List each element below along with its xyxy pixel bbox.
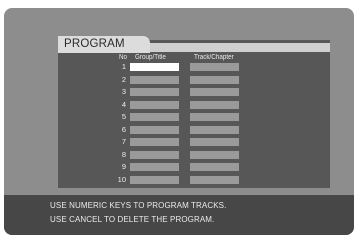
row-number: 8 [121,149,126,159]
track-chapter-field[interactable] [190,138,239,146]
track-chapter-field[interactable] [190,100,239,109]
row-number: 6 [121,124,126,134]
program-row: 4 [112,100,252,113]
group-title-field[interactable] [130,175,179,184]
program-row: 1 [112,62,252,75]
row-number: 9 [121,162,126,171]
group-title-field[interactable] [130,138,179,146]
group-title-field[interactable] [130,163,179,171]
group-title-field[interactable] [130,88,179,96]
track-chapter-field[interactable] [190,63,239,71]
instruction-bar: USE NUMERIC KEYS TO PROGRAM TRACKS. USE … [4,195,354,235]
group-title-field[interactable] [130,63,179,71]
group-title-field[interactable] [130,75,179,84]
group-title-field[interactable] [130,125,179,134]
track-chapter-field[interactable] [190,75,239,84]
row-number: 7 [121,137,126,146]
program-row: 10 [112,175,252,188]
group-title-field[interactable] [130,100,179,109]
track-chapter-field[interactable] [190,175,239,184]
instruction-line-cancel: USE CANCEL TO DELETE THE PROGRAM. [50,215,215,224]
row-number: 4 [121,99,126,109]
instruction-line-numeric-keys: USE NUMERIC KEYS TO PROGRAM TRACKS. [50,201,227,210]
program-row: 2 [112,75,252,88]
program-title-tab: PROGRAM [58,36,150,53]
track-chapter-field[interactable] [190,88,239,96]
track-chapter-field[interactable] [190,150,239,159]
row-number: 2 [121,74,126,84]
program-list: 1 2 3 4 5 6 7 8 9 10 [112,62,252,187]
track-chapter-field[interactable] [190,125,239,134]
group-title-field[interactable] [130,150,179,159]
row-number: 5 [121,112,126,121]
program-row: 6 [112,125,252,138]
program-row: 9 [112,162,252,175]
program-row: 5 [112,112,252,125]
row-number: 3 [121,87,126,96]
track-chapter-field[interactable] [190,113,239,121]
row-number: 10 [117,174,126,184]
group-title-field[interactable] [130,113,179,121]
program-row: 3 [112,87,252,100]
track-chapter-field[interactable] [190,163,239,171]
osd-screen: PROGRAM No Group/Title Track/Chapter 1 2… [4,8,354,235]
program-row: 8 [112,150,252,163]
row-number: 1 [121,62,126,71]
program-row: 7 [112,137,252,150]
